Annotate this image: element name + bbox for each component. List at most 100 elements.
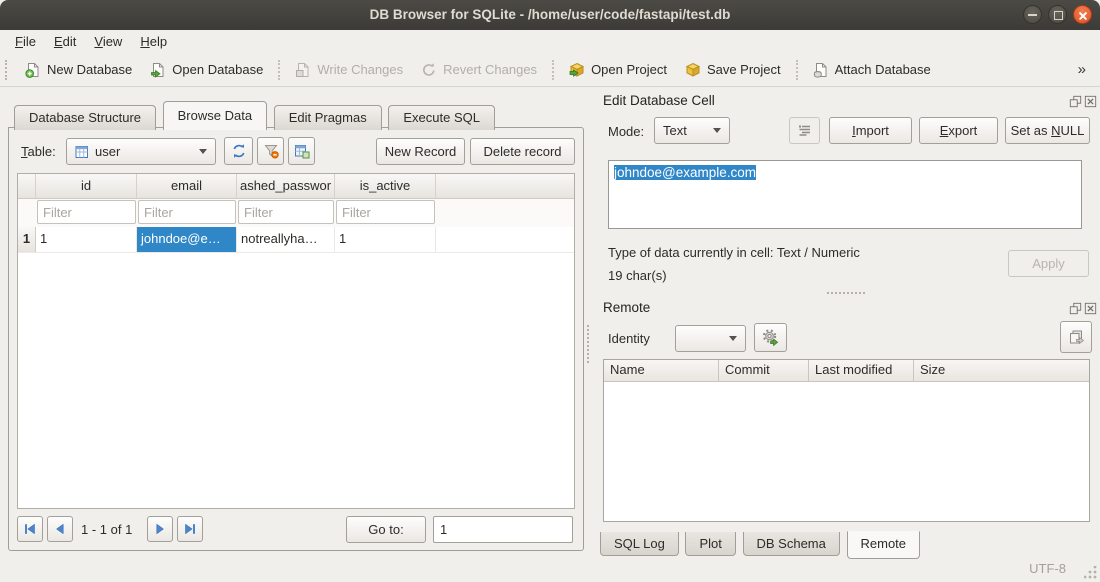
remote-table-header: Name Commit Last modified Size [604, 360, 1089, 382]
edit-cell-close-button[interactable] [1084, 95, 1097, 108]
next-page-icon [153, 522, 167, 536]
cell-hashed-password[interactable]: notreallyha… [237, 227, 335, 252]
tab-execute-sql[interactable]: Execute SQL [388, 105, 495, 130]
horizontal-splitter-handle[interactable] [827, 292, 865, 294]
remote-column-last-modified[interactable]: Last modified [809, 360, 914, 381]
export-button[interactable]: Export [919, 117, 998, 144]
maximize-icon [1054, 11, 1063, 20]
row-number-header[interactable]: 1 [18, 227, 36, 252]
word-wrap-icon [797, 123, 812, 138]
new-database-button[interactable]: New Database [16, 57, 141, 83]
import-button[interactable]: Import [829, 117, 912, 144]
remote-column-commit[interactable]: Commit [719, 360, 809, 381]
identity-settings-button[interactable] [754, 323, 787, 352]
tab-sql-log[interactable]: SQL Log [600, 532, 679, 556]
toolbar-separator [796, 60, 798, 80]
identity-label: Identity [608, 331, 650, 346]
save-project-button[interactable]: Save Project [676, 57, 790, 83]
tab-edit-pragmas[interactable]: Edit Pragmas [274, 105, 382, 130]
column-header-email[interactable]: email [137, 174, 237, 198]
resize-grip[interactable] [1084, 566, 1097, 579]
cell-is-active[interactable]: 1 [335, 227, 436, 252]
set-as-null-button[interactable]: Set as NULL [1005, 117, 1090, 144]
open-project-button[interactable]: Open Project [560, 57, 676, 83]
grid-corner-header[interactable] [18, 174, 36, 198]
identity-select[interactable] [675, 325, 746, 352]
clear-filters-button[interactable] [257, 137, 284, 165]
menu-file[interactable]: File [6, 32, 45, 51]
window-title: DB Browser for SQLite - /home/user/code/… [0, 0, 1100, 30]
vertical-splitter-handle[interactable] [587, 325, 589, 363]
chevron-down-icon [199, 149, 207, 154]
goto-button[interactable]: Go to: [346, 516, 426, 543]
remote-close-button[interactable] [1084, 302, 1097, 315]
menu-view[interactable]: View [85, 32, 131, 51]
close-button[interactable] [1073, 5, 1092, 24]
grid-header-filler [436, 174, 574, 198]
menu-bar: File Edit View Help [0, 30, 1100, 53]
column-header-hashed-password[interactable]: ashed_passwor [237, 174, 335, 198]
minimize-icon [1028, 14, 1037, 16]
toolbar-drag-handle[interactable] [5, 60, 12, 80]
selected-cell-text: johndoe@example.com [614, 165, 756, 180]
remote-float-button[interactable] [1069, 302, 1082, 315]
cell-email-selected[interactable]: johndoe@e… [137, 227, 237, 252]
title-bar: DB Browser for SQLite - /home/user/code/… [0, 0, 1100, 30]
clear-filters-icon [263, 143, 279, 159]
goto-input[interactable] [433, 516, 573, 543]
table-select[interactable]: user [66, 138, 216, 165]
tab-db-schema[interactable]: DB Schema [743, 532, 840, 556]
tab-browse-data[interactable]: Browse Data [163, 101, 267, 130]
edit-cell-title: Edit Database Cell [603, 93, 715, 108]
cell-editor[interactable]: johndoe@example.com [608, 160, 1082, 229]
delete-record-button[interactable]: Delete record [470, 138, 575, 165]
clone-push-button[interactable] [1060, 321, 1092, 353]
identity-settings-icon [762, 329, 779, 346]
main-toolbar: New Database Open Database Write Changes… [0, 53, 1100, 87]
tab-remote[interactable]: Remote [847, 531, 921, 559]
export-results-button[interactable] [288, 137, 315, 165]
menu-help[interactable]: Help [131, 32, 176, 51]
edit-cell-float-button[interactable] [1069, 95, 1082, 108]
filter-input-email[interactable] [138, 200, 236, 224]
last-page-icon [183, 522, 197, 536]
menu-edit[interactable]: Edit [45, 32, 85, 51]
toolbar-overflow-button[interactable]: » [1074, 59, 1090, 80]
encoding-indicator: UTF-8 [1029, 561, 1066, 576]
first-page-button[interactable] [17, 516, 43, 542]
filter-input-hashed-password[interactable] [238, 200, 334, 224]
prev-page-button[interactable] [47, 516, 73, 542]
attach-database-button[interactable]: Attach Database [804, 57, 940, 83]
chevron-down-icon [729, 336, 737, 341]
mode-select[interactable]: Text [654, 117, 730, 144]
maximize-button[interactable] [1048, 5, 1067, 24]
table-label: Table: [21, 144, 56, 159]
remote-column-size[interactable]: Size [914, 360, 1089, 381]
mode-label: Mode: [608, 124, 644, 139]
revert-changes-button[interactable]: Revert Changes [412, 57, 546, 83]
column-header-id[interactable]: id [36, 174, 137, 198]
revert-changes-icon [421, 62, 437, 78]
word-wrap-button[interactable] [789, 117, 820, 144]
apply-button[interactable]: Apply [1008, 250, 1089, 277]
open-database-button[interactable]: Open Database [141, 57, 272, 83]
filter-input-id[interactable] [37, 200, 136, 224]
tab-database-structure[interactable]: Database Structure [14, 105, 156, 130]
open-database-icon [150, 62, 166, 78]
column-header-is-active[interactable]: is_active [335, 174, 436, 198]
write-changes-button[interactable]: Write Changes [286, 57, 412, 83]
filter-input-is-active[interactable] [336, 200, 435, 224]
minimize-button[interactable] [1023, 5, 1042, 24]
toolbar-separator [552, 60, 554, 80]
table-row: 1 1 johndoe@e… notreallyha… 1 [18, 227, 574, 253]
refresh-button[interactable] [224, 137, 253, 165]
last-page-button[interactable] [177, 516, 203, 542]
cell-id[interactable]: 1 [36, 227, 137, 252]
toolbar-separator [278, 60, 280, 80]
remote-column-name[interactable]: Name [604, 360, 719, 381]
attach-database-icon [813, 62, 829, 78]
next-page-button[interactable] [147, 516, 173, 542]
new-record-button[interactable]: New Record [376, 138, 465, 165]
tab-plot[interactable]: Plot [685, 532, 735, 556]
dock-float-icon [1069, 302, 1082, 315]
